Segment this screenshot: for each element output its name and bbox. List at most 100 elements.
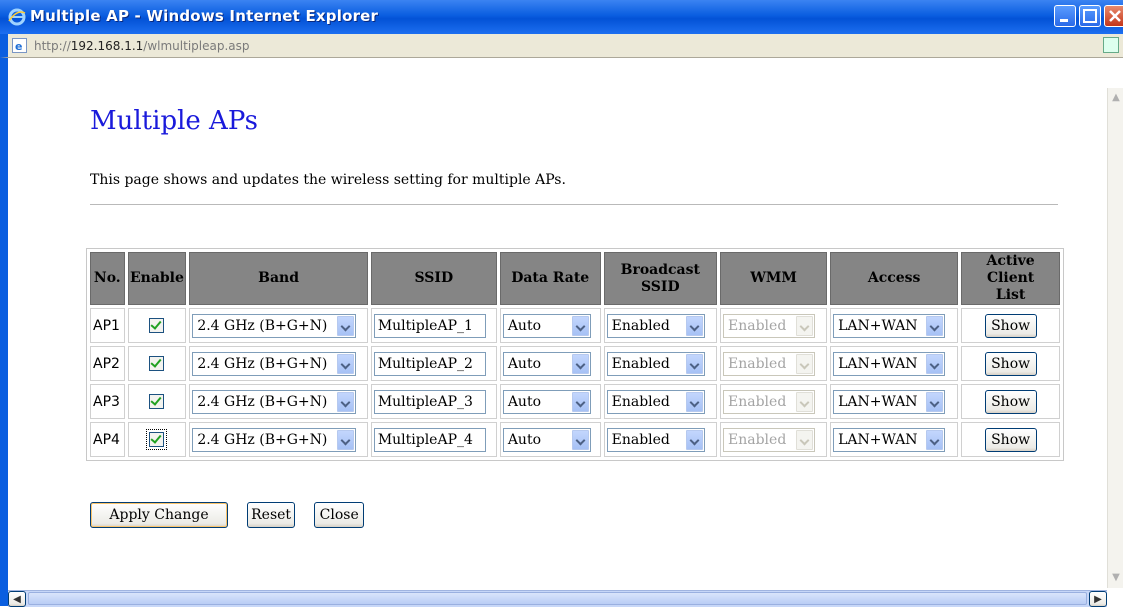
header-wmm: WMM <box>720 252 828 305</box>
table-row: AP3 2.4 GHz (B+G+N) MultipleAP_3 Auto En… <box>90 384 1060 419</box>
close-window-button[interactable] <box>1104 5 1123 27</box>
minimize-icon <box>1060 19 1068 22</box>
wmm-select: Enabled <box>723 427 816 452</box>
broadcast-ssid-select[interactable]: Enabled <box>606 313 705 338</box>
wmm-select: Enabled <box>723 389 816 414</box>
divider <box>90 204 1058 205</box>
multiple-ap-table: No. Enable Band SSID Data Rate Broadcast… <box>86 248 1064 461</box>
close-button[interactable]: Close <box>314 502 365 528</box>
chevron-down-icon <box>571 353 589 374</box>
access-select[interactable]: LAN+WAN <box>833 313 946 338</box>
show-clients-button[interactable]: Show <box>984 351 1037 376</box>
band-select[interactable]: 2.4 GHz (B+G+N) <box>192 351 357 376</box>
ap-number: AP2 <box>90 346 125 381</box>
minimize-button[interactable] <box>1054 5 1076 27</box>
chevron-down-icon <box>926 429 944 450</box>
scroll-up-icon[interactable]: ▲ <box>1110 92 1122 104</box>
chevron-down-icon <box>337 315 355 336</box>
chevron-down-icon <box>337 429 355 450</box>
ssid-input[interactable]: MultipleAP_2 <box>373 351 486 376</box>
chevron-down-icon <box>685 429 703 450</box>
vertical-scrollbar[interactable]: ▲ ▼ <box>1107 88 1123 588</box>
data-rate-select[interactable]: Auto <box>502 427 591 452</box>
table-row: AP4 2.4 GHz (B+G+N) MultipleAP_4 Auto En… <box>90 422 1060 457</box>
header-no: No. <box>90 252 125 305</box>
chevron-down-icon <box>571 391 589 412</box>
scrollbar-thumb[interactable] <box>28 592 1087 605</box>
form-actions: Apply Change Reset Close <box>90 502 378 528</box>
scroll-down-icon[interactable]: ▼ <box>1110 572 1122 584</box>
chevron-down-icon <box>796 315 814 336</box>
access-select[interactable]: LAN+WAN <box>833 389 946 414</box>
access-select[interactable]: LAN+WAN <box>833 427 946 452</box>
maximize-button[interactable] <box>1079 5 1101 27</box>
chevron-down-icon <box>685 391 703 412</box>
address-bar: e http://192.168.1.1/wlmultipleap.asp <box>0 34 1123 58</box>
chevron-down-icon <box>571 429 589 450</box>
ap-number: AP3 <box>90 384 125 419</box>
scroll-right-icon[interactable]: ▶ <box>1089 591 1107 607</box>
page-title: Multiple APs <box>90 106 258 136</box>
access-select[interactable]: LAN+WAN <box>833 351 946 376</box>
page-description: This page shows and updates the wireless… <box>90 172 566 188</box>
header-broadcast-ssid: Broadcast SSID <box>603 252 718 305</box>
ssid-input[interactable]: MultipleAP_4 <box>373 427 486 452</box>
band-select[interactable]: 2.4 GHz (B+G+N) <box>192 313 357 338</box>
chevron-down-icon <box>571 315 589 336</box>
header-ssid: SSID <box>370 252 497 305</box>
table-header-row: No. Enable Band SSID Data Rate Broadcast… <box>90 252 1060 305</box>
wmm-select: Enabled <box>723 351 816 376</box>
show-clients-button[interactable]: Show <box>984 389 1037 414</box>
window-left-border <box>0 58 8 606</box>
scroll-left-icon[interactable]: ◀ <box>8 591 26 607</box>
window-title: Multiple AP - Windows Internet Explorer <box>30 7 379 25</box>
ie-logo-icon <box>8 8 26 26</box>
show-clients-button[interactable]: Show <box>984 427 1037 452</box>
address-url[interactable]: http://192.168.1.1/wlmultipleap.asp <box>34 39 250 53</box>
header-access: Access <box>830 252 959 305</box>
chevron-down-icon <box>926 391 944 412</box>
enable-checkbox[interactable] <box>149 394 165 409</box>
reset-button[interactable]: Reset <box>247 502 296 528</box>
broadcast-ssid-select[interactable]: Enabled <box>606 389 705 414</box>
broadcast-ssid-select[interactable]: Enabled <box>606 427 705 452</box>
close-icon <box>1109 10 1121 22</box>
chevron-down-icon <box>685 353 703 374</box>
band-select[interactable]: 2.4 GHz (B+G+N) <box>192 389 357 414</box>
chevron-down-icon <box>796 429 814 450</box>
compatibility-icon[interactable] <box>1103 37 1119 53</box>
header-enable: Enable <box>127 252 187 305</box>
header-band: Band <box>189 252 368 305</box>
horizontal-scrollbar[interactable]: ◀ ▶ <box>8 590 1107 607</box>
table-row: AP2 2.4 GHz (B+G+N) MultipleAP_2 Auto En… <box>90 346 1060 381</box>
header-data-rate: Data Rate <box>499 252 601 305</box>
table-row: AP1 2.4 GHz (B+G+N) MultipleAP_1 Auto En… <box>90 308 1060 343</box>
show-clients-button[interactable]: Show <box>984 313 1037 338</box>
broadcast-ssid-select[interactable]: Enabled <box>606 351 705 376</box>
chevron-down-icon <box>926 315 944 336</box>
chevron-down-icon <box>337 391 355 412</box>
chevron-down-icon <box>685 315 703 336</box>
band-select[interactable]: 2.4 GHz (B+G+N) <box>192 427 357 452</box>
ap-number: AP1 <box>90 308 125 343</box>
header-active-client-list: Active Client List <box>961 252 1060 305</box>
ssid-input[interactable]: MultipleAP_3 <box>373 389 486 414</box>
maximize-icon <box>1083 9 1097 23</box>
chevron-down-icon <box>796 353 814 374</box>
enable-checkbox[interactable] <box>149 318 165 333</box>
chevron-down-icon <box>796 391 814 412</box>
chevron-down-icon <box>337 353 355 374</box>
wmm-select: Enabled <box>723 313 816 338</box>
enable-checkbox[interactable] <box>146 429 168 450</box>
window-titlebar: Multiple AP - Windows Internet Explorer <box>0 0 1123 34</box>
ssid-input[interactable]: MultipleAP_1 <box>373 313 486 338</box>
chevron-down-icon <box>926 353 944 374</box>
ap-number: AP4 <box>90 422 125 457</box>
data-rate-select[interactable]: Auto <box>502 389 591 414</box>
data-rate-select[interactable]: Auto <box>502 351 591 376</box>
ie-page-icon: e <box>12 38 27 53</box>
apply-change-button[interactable]: Apply Change <box>90 502 228 528</box>
enable-checkbox[interactable] <box>149 356 165 371</box>
data-rate-select[interactable]: Auto <box>502 313 591 338</box>
svg-text:e: e <box>15 40 22 53</box>
